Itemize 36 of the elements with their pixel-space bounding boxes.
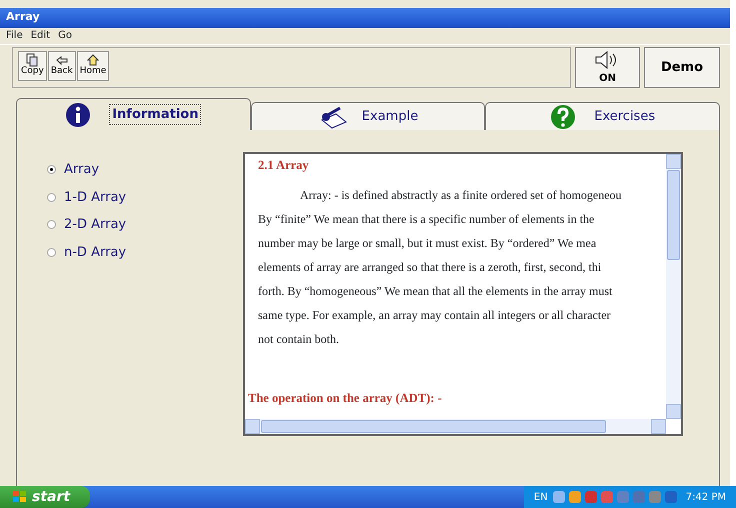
menu-item[interactable]: File: [6, 28, 23, 44]
scrollbar-thumb[interactable]: [667, 170, 680, 260]
scroll-right-button[interactable]: [651, 419, 666, 434]
tab[interactable]: Exercises: [485, 102, 720, 130]
window-title: Array: [0, 8, 730, 28]
text-line: number may be large or small, but it must exist. By “ordered” We mea: [257, 234, 598, 252]
menu-item[interactable]: Go: [58, 28, 72, 44]
copy-icon: [25, 53, 40, 67]
menu-item[interactable]: Edit: [30, 28, 50, 44]
text-line: same type. For example, an array may contain all integers or all character: [257, 306, 612, 324]
tab[interactable]: Example: [250, 102, 486, 130]
back-icon: [54, 53, 69, 67]
radio-option[interactable]: n-D Array: [47, 242, 243, 262]
section-heading: The operation on the array (ADT): -: [248, 390, 443, 407]
scrollbar-thumb[interactable]: [261, 420, 606, 433]
scroll-down-button[interactable]: [666, 404, 681, 419]
text-line: By “finite” We mean that there is a specific number of elements in the: [257, 210, 596, 228]
radio-option[interactable]: 2-D Array: [47, 215, 243, 234]
section-heading: 2.1 Array: [257, 157, 310, 174]
radio-option[interactable]: Array: [47, 160, 243, 180]
text-line: Array: - is defined abstractly as a finite ordered set of homogeneou: [299, 186, 623, 204]
text-line: elements of array are arranged so that there is a zeroth, first, second, thi: [257, 258, 602, 276]
tab[interactable]: Information: [16, 98, 251, 130]
demo-button[interactable]: Demo: [644, 47, 720, 88]
toolbar-button[interactable]: Copy: [18, 51, 47, 81]
text-line: forth. By “homogeneous” We mean that all the elements in the array must: [257, 282, 614, 300]
sound-button[interactable]: ON: [575, 47, 640, 88]
scroll-up-button[interactable]: [666, 154, 681, 169]
toolbar-button[interactable]: Back: [48, 51, 76, 81]
text-line: not contain both.: [257, 330, 340, 348]
radio-option[interactable]: 1-D Array: [47, 188, 243, 207]
language-indicator[interactable]: EN: [534, 490, 548, 504]
clock: 7:42 PM: [686, 490, 726, 504]
scroll-left-button[interactable]: [245, 419, 260, 434]
windows-logo-icon: [12, 490, 28, 504]
toolbar-button[interactable]: Home: [76, 51, 110, 81]
